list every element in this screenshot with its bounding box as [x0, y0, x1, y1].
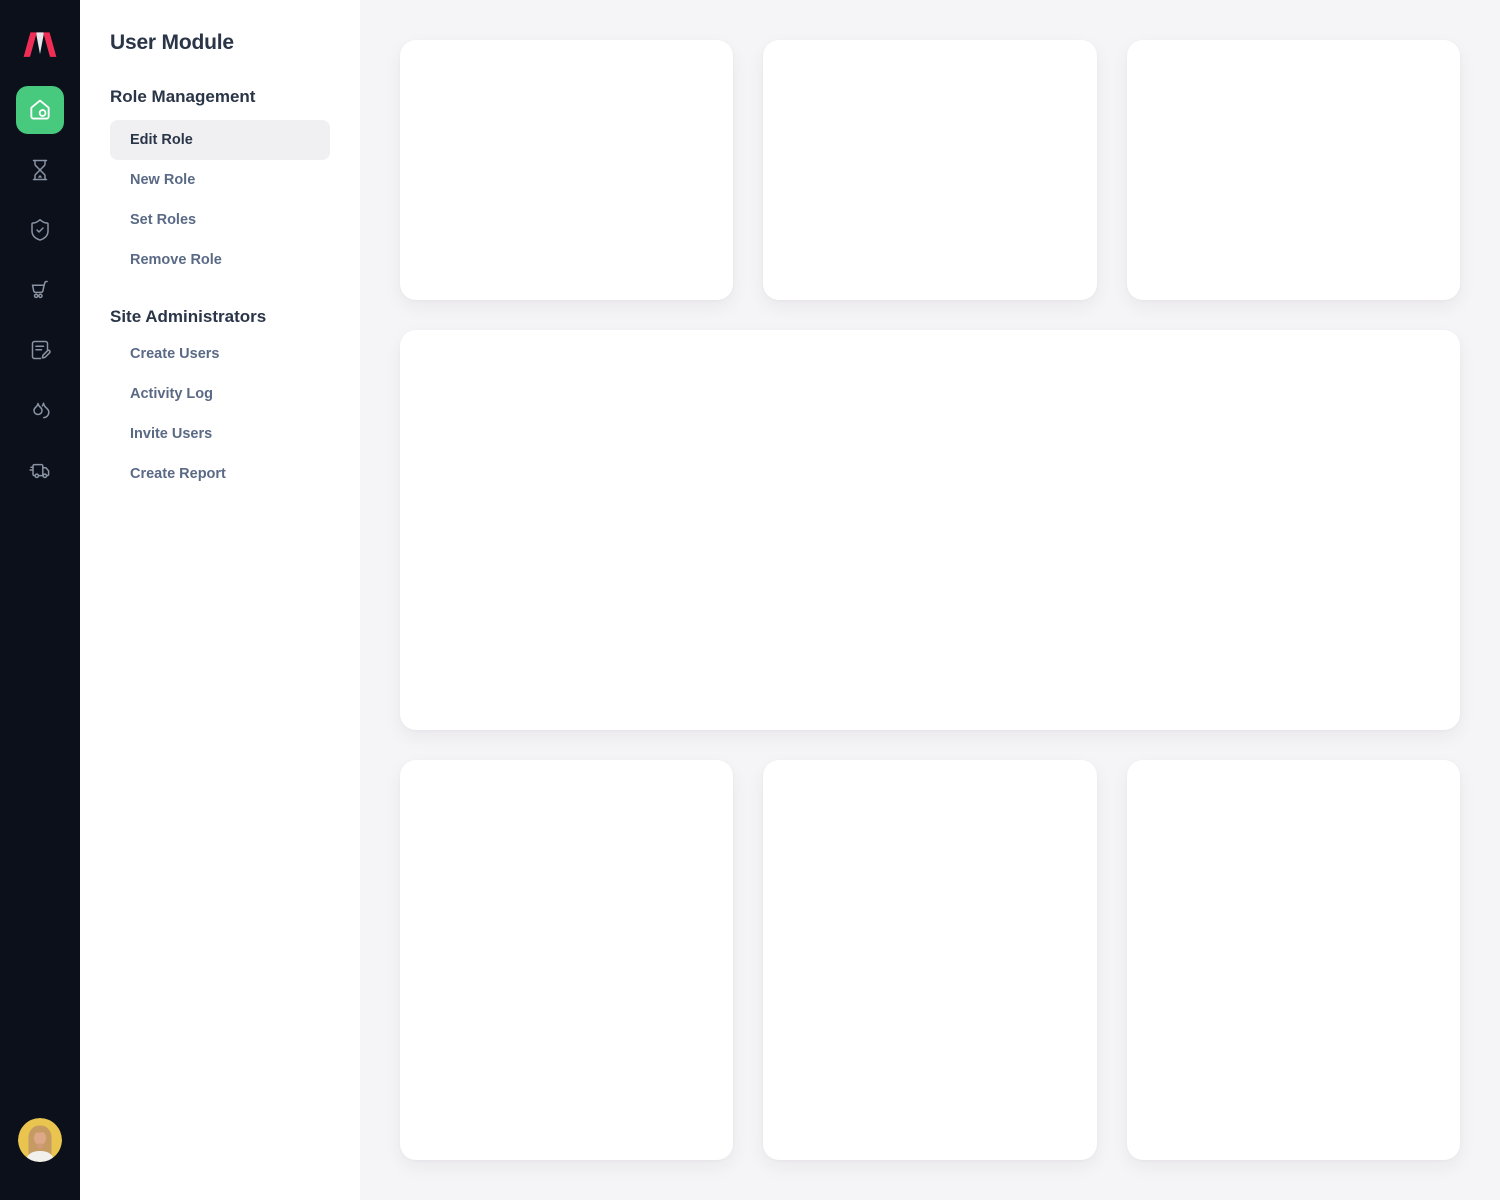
placeholder-card-top-1 — [400, 40, 733, 300]
menu-role-management: Edit Role New Role Set Roles Remove Role — [110, 120, 330, 280]
shopping-cart-icon[interactable] — [28, 278, 52, 302]
rail-icon-list — [28, 158, 52, 482]
rail-item-home[interactable] — [16, 86, 64, 134]
document-edit-icon[interactable] — [28, 338, 52, 362]
module-sidebar: User Module Role Management Edit Role Ne… — [80, 0, 360, 1200]
sidebar-item-invite-users[interactable]: Invite Users — [110, 414, 330, 454]
section-title-role-management: Role Management — [110, 86, 330, 108]
sidebar-item-remove-role[interactable]: Remove Role — [110, 240, 330, 280]
icon-rail — [0, 0, 80, 1200]
placeholder-card-top-3 — [1127, 40, 1460, 300]
content-area — [360, 0, 1500, 1200]
menu-site-administrators: Create Users Activity Log Invite Users C… — [110, 334, 330, 494]
placeholder-card-bottom-1 — [400, 760, 733, 1160]
section-title-site-administrators: Site Administrators — [110, 306, 330, 328]
page-title: User Module — [110, 30, 330, 56]
brand-m-logo-icon[interactable] — [20, 26, 60, 66]
sidebar-item-edit-role[interactable]: Edit Role — [110, 120, 330, 160]
droplets-icon[interactable] — [28, 398, 52, 422]
placeholder-card-bottom-3 — [1127, 760, 1460, 1160]
shield-check-icon[interactable] — [28, 218, 52, 242]
placeholder-card-top-2 — [763, 40, 1096, 300]
sidebar-item-create-report[interactable]: Create Report — [110, 454, 330, 494]
hourglass-icon[interactable] — [28, 158, 52, 182]
user-avatar[interactable] — [18, 1118, 62, 1162]
home-icon — [27, 96, 53, 125]
sidebar-item-activity-log[interactable]: Activity Log — [110, 374, 330, 414]
placeholder-card-wide — [400, 330, 1460, 730]
placeholder-card-bottom-2 — [763, 760, 1096, 1160]
sidebar-item-new-role[interactable]: New Role — [110, 160, 330, 200]
sidebar-item-create-users[interactable]: Create Users — [110, 334, 330, 374]
delivery-truck-icon[interactable] — [28, 458, 52, 482]
sidebar-item-set-roles[interactable]: Set Roles — [110, 200, 330, 240]
